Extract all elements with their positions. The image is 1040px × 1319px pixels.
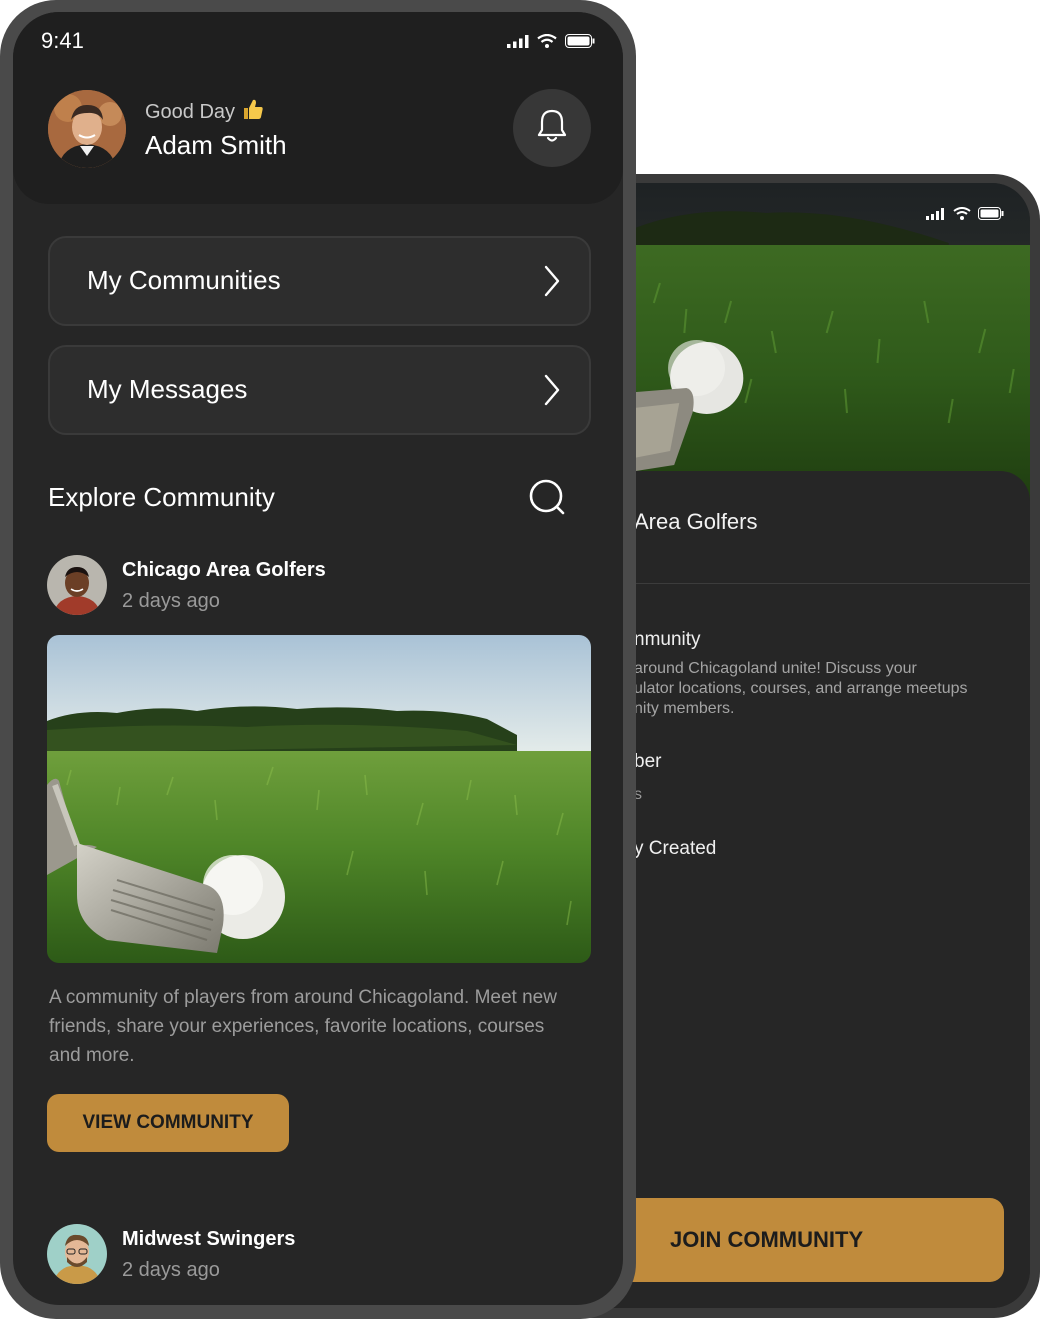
home-screen: 9:41 Good Day Adam Smith My Communities … bbox=[13, 12, 623, 1305]
post-author-name[interactable]: Midwest Swingers bbox=[122, 1228, 295, 1251]
wifi-icon bbox=[537, 33, 557, 53]
section-created-heading: y Created bbox=[634, 838, 717, 859]
post-description: A community of players from around Chica… bbox=[49, 987, 557, 1066]
nav-label: My Messages bbox=[87, 374, 248, 404]
post-avatar[interactable] bbox=[47, 1224, 107, 1284]
status-time: 9:41 bbox=[41, 28, 84, 53]
post-image bbox=[47, 635, 591, 963]
post-time: 2 days ago bbox=[122, 1259, 220, 1281]
thumbs-up-icon bbox=[241, 97, 265, 127]
chevron-right-icon bbox=[543, 265, 561, 302]
user-name: Adam Smith bbox=[145, 130, 287, 160]
battery-icon bbox=[565, 34, 595, 53]
header-card: 9:41 Good Day Adam Smith bbox=[13, 12, 623, 204]
detail-description: around Chicagoland unite! Discuss your u… bbox=[634, 660, 968, 717]
home-phone-frame: 9:41 Good Day Adam Smith My Communities … bbox=[0, 0, 636, 1319]
signal-icon bbox=[926, 207, 946, 225]
post-author-name[interactable]: Chicago Area Golfers bbox=[122, 559, 326, 582]
greeting: Good Day bbox=[145, 97, 265, 127]
explore-heading: Explore Community bbox=[48, 482, 275, 512]
section-community-heading: nmunity bbox=[634, 629, 701, 650]
detail-title: Area Golfers bbox=[634, 509, 758, 534]
avatar[interactable] bbox=[48, 90, 126, 168]
greeting-text: Good Day bbox=[145, 100, 236, 123]
post-time: 2 days ago bbox=[122, 590, 220, 612]
post-avatar[interactable] bbox=[47, 555, 107, 615]
nav-label: My Communities bbox=[87, 265, 281, 295]
status-icons bbox=[507, 33, 595, 53]
notification-button[interactable] bbox=[513, 89, 591, 167]
battery-icon bbox=[978, 207, 1004, 225]
view-community-button[interactable]: VIEW COMMUNITY bbox=[47, 1094, 289, 1152]
search-icon[interactable] bbox=[528, 478, 568, 523]
nav-my-messages[interactable]: My Messages bbox=[48, 345, 591, 435]
join-community-button[interactable]: JOIN COMMUNITY bbox=[600, 1198, 1004, 1282]
wifi-icon bbox=[953, 207, 971, 225]
nav-my-communities[interactable]: My Communities bbox=[48, 236, 591, 326]
detail-status-icons bbox=[926, 207, 1004, 225]
chevron-right-icon bbox=[543, 374, 561, 411]
bell-icon bbox=[536, 108, 568, 149]
section-member-heading: ber bbox=[634, 751, 662, 772]
signal-icon bbox=[507, 34, 529, 53]
